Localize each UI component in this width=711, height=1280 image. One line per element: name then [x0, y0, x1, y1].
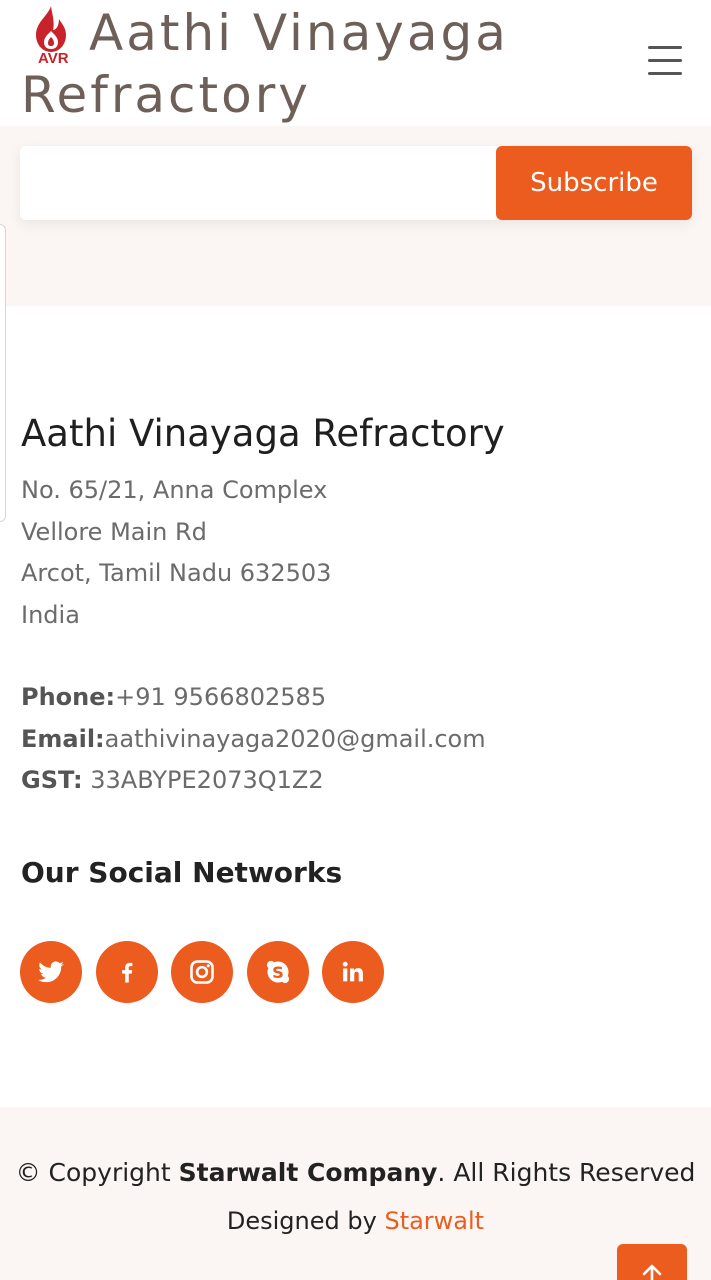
- address-line: Vellore Main Rd: [21, 517, 207, 546]
- contact-section: Aathi Vinayaga Refractory No. 65/21, Ann…: [21, 406, 691, 802]
- arrow-up-icon: [642, 1264, 662, 1280]
- address-line: No. 65/21, Anna Complex: [21, 476, 328, 504]
- hamburger-icon-bar: [648, 59, 682, 62]
- twitter-link[interactable]: [20, 941, 82, 1003]
- facebook-link[interactable]: [96, 941, 158, 1003]
- linkedin-link[interactable]: [322, 941, 384, 1003]
- company-name: Aathi Vinayaga Refractory: [21, 412, 505, 455]
- site-title[interactable]: Aathi Vinayaga Refractory: [21, 2, 581, 126]
- newsletter-form: Subscribe: [20, 146, 692, 220]
- phone-value[interactable]: +91 9566802585: [115, 683, 326, 711]
- instagram-icon: [190, 960, 214, 984]
- page: AVR Aathi Vinayaga Refractory Subscribe …: [0, 0, 711, 1280]
- skype-icon: S: [266, 960, 290, 984]
- hamburger-icon-bar: [648, 72, 682, 75]
- facebook-icon: [122, 962, 133, 983]
- email-value[interactable]: aathivinayaga2020@gmail.com: [105, 725, 486, 753]
- skype-link[interactable]: S: [247, 941, 309, 1003]
- copyright-company: Starwalt Company: [178, 1158, 438, 1187]
- gst-value: 33ABYPE2073Q1Z2: [82, 766, 324, 794]
- phone-label: Phone:: [21, 683, 116, 711]
- svg-text:S: S: [272, 963, 284, 982]
- designed-by: Designed by Starwalt: [0, 1203, 711, 1239]
- twitter-icon: [38, 961, 64, 983]
- gst-label: GST:: [21, 766, 83, 794]
- contact-details: Phone:+91 9566802585 Email:aathivinayaga…: [21, 677, 691, 802]
- copyright-text: © Copyright Starwalt Company. All Rights…: [0, 1155, 711, 1191]
- newsletter-email-input[interactable]: [20, 146, 496, 220]
- site-header: AVR Aathi Vinayaga Refractory: [0, 0, 711, 126]
- social-links: S: [20, 941, 420, 1003]
- designed-by-prefix: Designed by: [226, 1207, 385, 1235]
- designer-link[interactable]: Starwalt: [384, 1207, 484, 1235]
- address-line: India: [21, 600, 80, 629]
- copyright-prefix: © Copyright: [15, 1158, 179, 1187]
- instagram-link[interactable]: [171, 941, 233, 1003]
- address-line: Arcot, Tamil Nadu 632503: [21, 559, 332, 587]
- social-heading: Our Social Networks: [21, 856, 343, 889]
- address-block: No. 65/21, Anna Complex Vellore Main Rd …: [21, 470, 691, 636]
- gst-row: GST: 33ABYPE2073Q1Z2: [21, 760, 691, 802]
- linkedin-icon: [342, 961, 363, 982]
- phone-row: Phone:+91 9566802585: [21, 677, 691, 719]
- hamburger-icon: [648, 46, 682, 49]
- back-to-top-button[interactable]: [617, 1244, 687, 1280]
- side-drawer-handle[interactable]: [0, 224, 6, 522]
- subscribe-button[interactable]: Subscribe: [496, 146, 692, 220]
- email-row: Email:aathivinayaga2020@gmail.com: [21, 719, 691, 761]
- email-label: Email:: [21, 724, 105, 753]
- newsletter-section: Subscribe: [0, 126, 711, 306]
- copyright-suffix: . All Rights Reserved: [437, 1158, 696, 1187]
- site-footer: © Copyright Starwalt Company. All Rights…: [0, 1107, 711, 1280]
- hamburger-menu-button[interactable]: [648, 44, 684, 78]
